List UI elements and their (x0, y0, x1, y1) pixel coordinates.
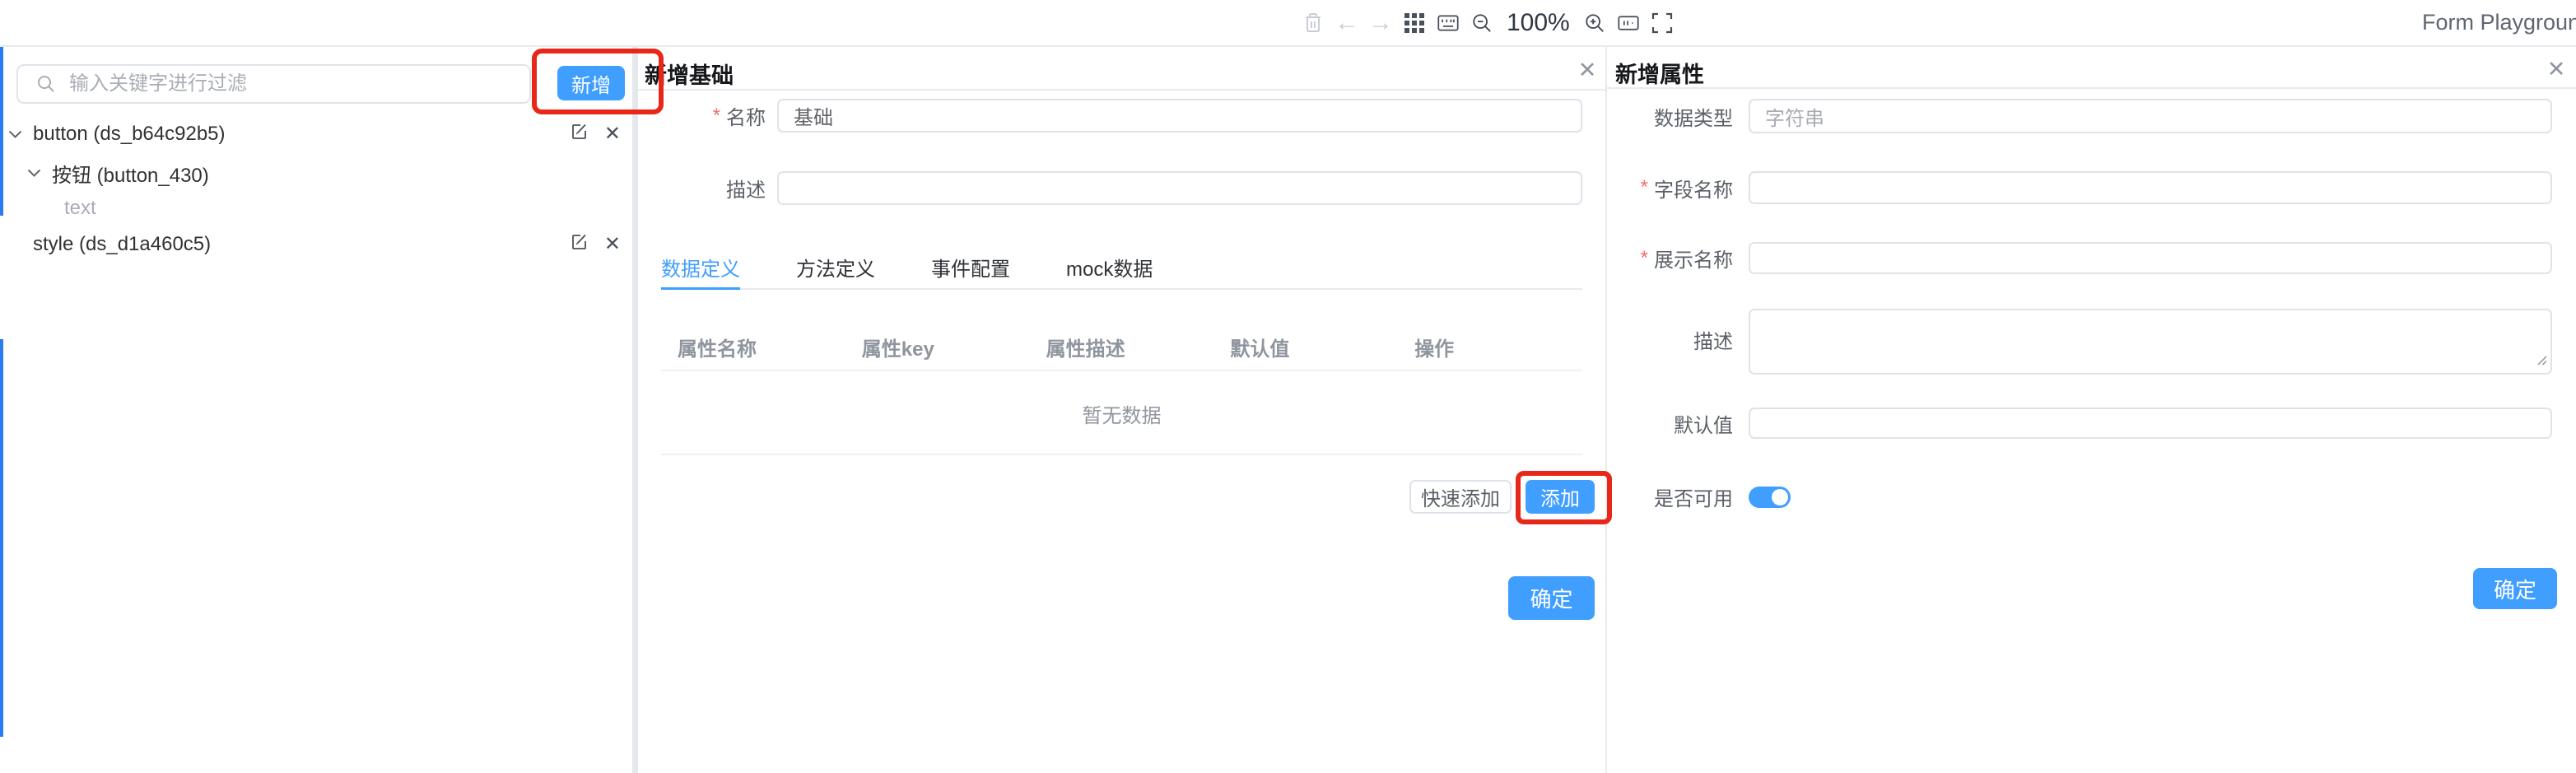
tree-node-label: button (ds_b64c92b5) (33, 123, 226, 146)
enabled-row: 是否可用 (1607, 486, 2552, 508)
search-icon (36, 74, 56, 94)
property-table-header: 属性名称 属性key 属性描述 默认值 操作 (661, 324, 1582, 371)
empty-table-placeholder: 暂无数据 (661, 373, 1582, 455)
app-title: Form Playground F (2422, 10, 2576, 35)
description-row: 描述 (1607, 309, 2552, 375)
left-accent-edge (0, 47, 3, 216)
data-type-select[interactable]: 字符串 (1749, 99, 2552, 133)
search-input[interactable] (69, 72, 529, 95)
tab-event-config[interactable]: 事件配置 (931, 246, 1010, 288)
zoom-out-icon[interactable] (1471, 11, 1493, 35)
enabled-label: 是否可用 (1654, 482, 1733, 511)
panel-resizer[interactable] (632, 47, 638, 773)
undo-arrow-icon[interactable]: ← (1336, 11, 1358, 35)
tab-mock-data[interactable]: mock数据 (1066, 246, 1153, 288)
column-header: 操作 (1398, 333, 1582, 361)
enabled-toggle[interactable] (1749, 487, 1791, 508)
dialog-header (638, 47, 1605, 91)
keyboard-icon[interactable] (1437, 11, 1459, 35)
table-actions: 快速添加 添加 (1409, 480, 1595, 514)
default-value-label: 默认值 (1674, 409, 1733, 438)
name-label: 名称 (726, 101, 766, 130)
delete-icon[interactable]: ✕ (604, 235, 621, 254)
field-name-label: 字段名称 (1654, 174, 1733, 203)
description-input[interactable] (777, 171, 1582, 205)
name-field-row: * 名称 基础 (661, 99, 1582, 133)
chevron-down-icon[interactable] (8, 130, 22, 139)
column-header: 属性key (845, 333, 1030, 361)
tree-row[interactable]: text (0, 190, 632, 226)
dialog-title: 新增属性 (1615, 57, 1704, 89)
name-input[interactable]: 基础 (777, 99, 1582, 133)
zoom-in-icon[interactable] (1584, 11, 1605, 35)
component-tree-panel: 新增 button (ds_b64c92b5) ✕ 按钮 (button_430… (0, 47, 632, 773)
zoom-level-value: 100% (1505, 9, 1572, 37)
edit-icon[interactable] (571, 233, 588, 256)
tab-method-definition[interactable]: 方法定义 (796, 246, 875, 288)
tree-node-label: 按钮 (button_430) (52, 159, 209, 188)
column-header: 属性描述 (1030, 333, 1214, 361)
resize-handle-icon[interactable] (2536, 354, 2548, 370)
canvas-toolbar: ← → 100% (1302, 0, 1673, 45)
column-header: 属性名称 (661, 333, 845, 361)
add-base-dialog: 新增基础 ✕ * 名称 基础 描述 数据定义 方法定义 事件配置 mock数据 … (638, 47, 1605, 773)
quick-add-button[interactable]: 快速添加 (1409, 480, 1512, 514)
delete-icon[interactable]: ✕ (604, 124, 621, 144)
required-marker: * (1641, 176, 1648, 199)
grid-view-icon[interactable] (1404, 11, 1425, 35)
confirm-button[interactable]: 确定 (1508, 576, 1595, 620)
default-value-row: 默认值 (1607, 407, 2552, 439)
description-field-row: 描述 (661, 171, 1582, 205)
panel-layout-icon[interactable] (1618, 11, 1639, 35)
tree-node-label: text (64, 197, 96, 220)
close-icon[interactable]: ✕ (1575, 58, 1600, 83)
required-marker: * (1641, 247, 1648, 270)
add-attribute-dialog: 新增属性 ✕ 数据类型 字符串 * 字段名称 * 展示名称 描述 默认值 (1607, 47, 2576, 773)
tree-row[interactable]: button (ds_b64c92b5) ✕ (0, 116, 632, 152)
edit-icon[interactable] (571, 123, 588, 146)
fullscreen-icon[interactable] (1651, 11, 1673, 35)
trash-icon[interactable] (1302, 11, 1324, 35)
display-name-input[interactable] (1749, 242, 2552, 274)
dialog-header (1607, 47, 2576, 89)
data-type-row: 数据类型 字符串 (1607, 99, 2552, 133)
display-name-label: 展示名称 (1654, 244, 1733, 272)
field-name-input[interactable] (1749, 171, 2552, 204)
confirm-button[interactable]: 确定 (2473, 568, 2557, 609)
required-marker: * (713, 105, 720, 128)
tree-search-box (16, 64, 531, 104)
dialog-title: 新增基础 (645, 58, 734, 90)
redo-arrow-icon[interactable]: → (1370, 11, 1391, 35)
description-textarea[interactable] (1749, 309, 2552, 375)
chevron-down-icon[interactable] (27, 169, 41, 178)
close-icon[interactable]: ✕ (2544, 57, 2569, 82)
top-toolbar: ← → 100% (0, 0, 2576, 47)
dialog-tabs: 数据定义 方法定义 事件配置 mock数据 (661, 246, 1582, 290)
default-value-input[interactable] (1749, 407, 2552, 439)
tree-row[interactable]: style (ds_d1a460c5) ✕ (0, 226, 632, 263)
description-label: 描述 (726, 174, 766, 203)
description-label: 描述 (1693, 325, 1733, 354)
toggle-knob (1772, 489, 1788, 505)
display-name-row: * 展示名称 (1607, 242, 2552, 274)
tree-row[interactable]: 按钮 (button_430) (0, 155, 632, 191)
left-accent-edge (0, 339, 3, 737)
tree-node-label: style (ds_d1a460c5) (33, 233, 211, 256)
field-name-row: * 字段名称 (1607, 171, 2552, 204)
column-header: 默认值 (1213, 333, 1398, 361)
add-row-button[interactable]: 添加 (1526, 480, 1595, 514)
tab-data-definition[interactable]: 数据定义 (661, 246, 740, 288)
data-type-label: 数据类型 (1654, 102, 1733, 131)
add-datasource-button[interactable]: 新增 (557, 66, 625, 100)
